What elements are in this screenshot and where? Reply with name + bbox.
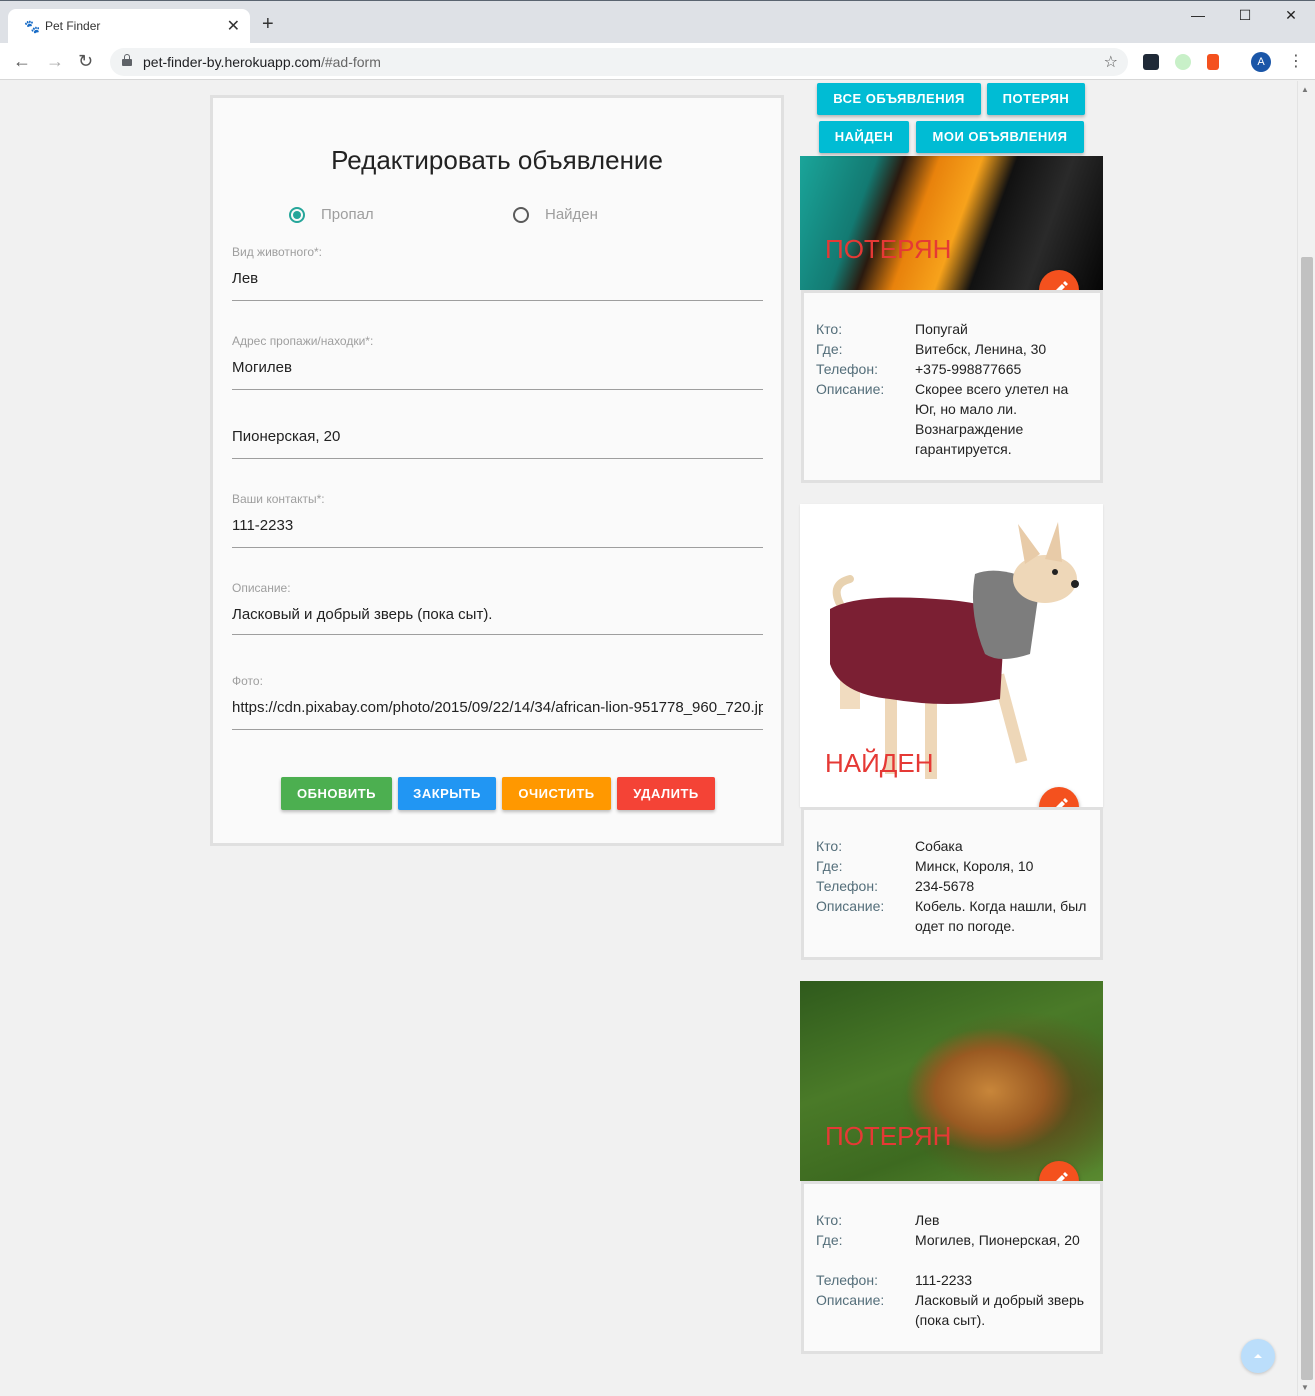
photo-field[interactable]: Фото: https://cdn.pixabay.com/photo/2015…: [232, 674, 763, 734]
street-input[interactable]: Пионерская, 20: [232, 428, 763, 445]
scroll-down-arrow-icon[interactable]: ▼: [1301, 1383, 1309, 1392]
contacts-input[interactable]: 111-2233: [232, 517, 763, 534]
minimize-icon[interactable]: —: [1183, 7, 1213, 29]
form-title: Редактировать объявление: [331, 145, 663, 175]
address-street-field[interactable]: Пионерская, 20: [232, 403, 763, 463]
browser-tabstrip: 🐾 Pet Finder ✕ + — ☐ ✕: [0, 0, 1315, 44]
profile-avatar[interactable]: A: [1251, 52, 1271, 72]
browser-menu-icon[interactable]: ⋮: [1288, 51, 1304, 71]
address-bar[interactable]: pet-finder-by.herokuapp.com/#ad-form ☆: [110, 48, 1128, 76]
status-label: ПОТЕРЯН: [825, 234, 952, 264]
browser-tab[interactable]: 🐾 Pet Finder ✕: [8, 9, 250, 44]
page-viewport: Редактировать объявление Пропал Найден В…: [0, 81, 1297, 1396]
filter-all-button[interactable]: ВСЕ ОБЪЯВЛЕНИЯ: [817, 83, 981, 115]
scroll-to-top-button[interactable]: [1241, 1339, 1275, 1373]
status-label: ПОТЕРЯН: [825, 1121, 952, 1151]
contacts-field[interactable]: Ваши контакты*: 111-2233: [232, 492, 763, 552]
url-text: pet-finder-by.herokuapp.com/#ad-form: [143, 54, 381, 70]
close-button[interactable]: ЗАКРЫТЬ: [398, 777, 496, 810]
ad-card-details: Кто: Собака Где: Минск, Короля, 10 Телефон…: [801, 807, 1103, 960]
ad-card-details: Кто: Лев Где: Могилев, Пионерская, 20 Теле…: [801, 1181, 1103, 1354]
paw-icon: 🐾: [24, 19, 41, 34]
photo-input[interactable]: https://cdn.pixabay.com/photo/2015/09/22…: [232, 699, 763, 716]
extension-icon[interactable]: [1175, 54, 1191, 70]
close-tab-icon[interactable]: ✕: [227, 16, 240, 36]
lock-icon: [122, 54, 132, 66]
maximize-icon[interactable]: ☐: [1230, 7, 1260, 29]
description-input[interactable]: Ласковый и добрый зверь (пока сыт).: [232, 606, 763, 623]
animal-field[interactable]: Вид животного*: Лев: [232, 245, 763, 305]
status-label: НАЙДЕН: [825, 748, 934, 778]
radio-checked-icon: [289, 207, 305, 223]
back-icon[interactable]: ←: [13, 51, 31, 71]
filter-found-button[interactable]: НАЙДЕН: [819, 121, 909, 153]
filter-lost-button[interactable]: ПОТЕРЯН: [987, 83, 1085, 115]
scroll-up-arrow-icon[interactable]: ▲: [1301, 85, 1309, 94]
dog-photo: НАЙДЕН: [800, 504, 1103, 807]
city-input[interactable]: Могилев: [232, 359, 763, 376]
reload-icon[interactable]: ↻: [78, 51, 93, 71]
bookmark-star-icon[interactable]: ☆: [1104, 52, 1118, 72]
ad-card-details: Кто: Попугай Где: Витебск, Ленина, 30 Теле…: [801, 290, 1103, 483]
ad-form: Редактировать объявление Пропал Найден В…: [210, 95, 784, 846]
clear-button[interactable]: ОЧИСТИТЬ: [502, 777, 611, 810]
extension-icon[interactable]: [1207, 54, 1219, 70]
filter-mine-button[interactable]: МОИ ОБЪЯВЛЕНИЯ: [916, 121, 1084, 153]
address-city-field[interactable]: Адрес пропажи/находки*: Могилев: [232, 334, 763, 394]
forward-icon[interactable]: →: [46, 51, 64, 71]
description-field[interactable]: Описание: Ласковый и добрый зверь (пока …: [232, 581, 763, 641]
animal-input[interactable]: Лев: [232, 270, 763, 287]
window-close-icon[interactable]: ✕: [1276, 7, 1306, 29]
new-tab-icon[interactable]: +: [262, 14, 274, 34]
radio-unchecked-icon: [513, 207, 529, 223]
page-scrollbar[interactable]: ▲ ▼: [1297, 81, 1315, 1396]
scrollbar-thumb[interactable]: [1301, 257, 1313, 1380]
tab-title: Pet Finder: [45, 19, 101, 33]
arrow-up-icon: [1254, 1354, 1262, 1358]
browser-toolbar: ← → ↻ pet-finder-by.herokuapp.com/#ad-fo…: [0, 43, 1315, 80]
delete-button[interactable]: УДАЛИТЬ: [617, 777, 715, 810]
lion-photo: ПОТЕРЯН: [800, 981, 1103, 1181]
update-button[interactable]: ОБНОВИТЬ: [281, 777, 392, 810]
react-devtools-icon[interactable]: [1143, 54, 1159, 70]
